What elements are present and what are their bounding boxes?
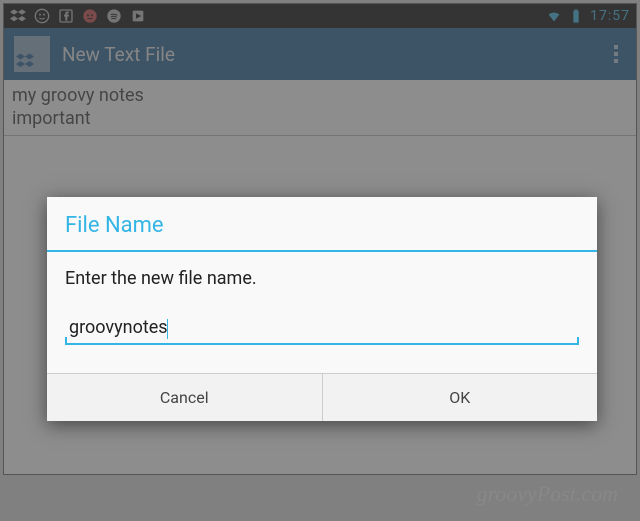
ok-button[interactable]: OK	[322, 374, 598, 421]
dialog-title: File Name	[47, 197, 597, 252]
filename-dialog: File Name Enter the new file name. groov…	[47, 197, 597, 421]
cancel-button[interactable]: Cancel	[47, 374, 322, 421]
filename-input[interactable]: groovynotes	[69, 317, 168, 338]
device-frame: 17:57 New Text File my groovy notes impo…	[3, 3, 637, 475]
watermark: groovyPost.com	[476, 481, 618, 507]
filename-input-wrap[interactable]: groovynotes	[65, 315, 579, 345]
dialog-message: Enter the new file name.	[65, 268, 579, 289]
text-cursor	[167, 319, 168, 339]
